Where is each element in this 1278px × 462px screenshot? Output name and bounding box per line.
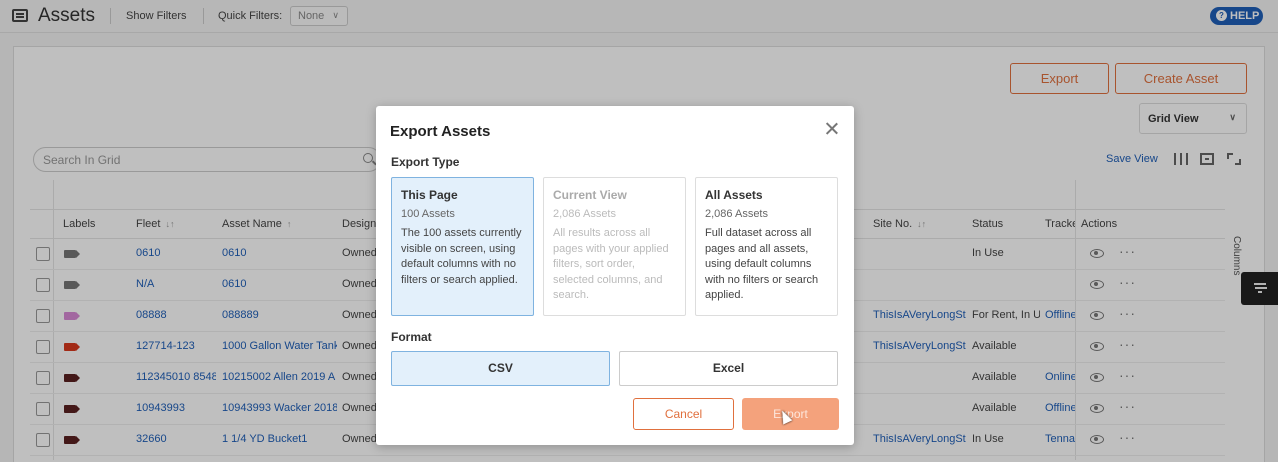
option-title: Current View [553,188,627,202]
option-description: All results across all pages with your a… [553,227,669,301]
export-type-label: Export Type [391,155,460,169]
export-option-this-page[interactable]: This Page 100 Assets The 100 assets curr… [391,177,534,316]
export-option-all-assets[interactable]: All Assets 2,086 Assets Full dataset acr… [695,177,838,316]
option-title: This Page [401,188,458,202]
dialog-title: Export Assets [390,123,491,140]
option-title: All Assets [705,188,763,202]
format-csv-button[interactable]: CSV [391,351,610,386]
confirm-export-button[interactable]: Export [742,398,839,430]
format-excel-button[interactable]: Excel [619,351,838,386]
cancel-button[interactable]: Cancel [633,398,734,430]
option-description: Full dataset across all pages and all as… [705,227,819,301]
export-assets-dialog: Export Assets Export Type This Page 100 … [376,106,854,445]
option-count: 2,086 Assets [705,208,768,220]
export-option-current-view[interactable]: Current View 2,086 Assets All results ac… [543,177,686,316]
option-count: 100 Assets [401,208,455,220]
close-icon[interactable] [824,121,840,137]
format-label: Format [391,330,432,344]
option-count: 2,086 Assets [553,208,616,220]
option-description: The 100 assets currently visible on scre… [401,227,522,286]
